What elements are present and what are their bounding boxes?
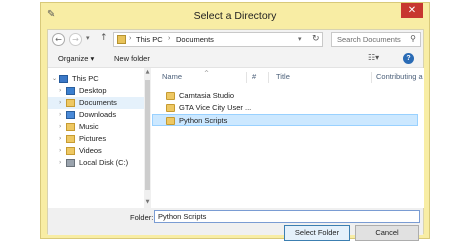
cancel-button[interactable]: Cancel — [355, 225, 419, 241]
breadcrumb-this-pc[interactable]: This PC — [136, 35, 163, 44]
nav-item-this-pc[interactable]: ⌄ This PC — [48, 73, 144, 85]
dialog-client: ← → ▾ ↑ › This PC › Documents ▾ ↻ Search… — [47, 29, 424, 241]
expand-arrow-icon[interactable]: › — [59, 145, 61, 157]
select-folder-button[interactable]: Select Folder — [284, 225, 350, 241]
list-item-label: GTA Vice City User ... — [179, 103, 252, 112]
address-bar[interactable]: › This PC › Documents ▾ ↻ — [113, 32, 323, 47]
title-bar[interactable]: ✎ Select a Directory ✕ — [41, 3, 429, 29]
list-item[interactable]: Camtasia Studio — [164, 90, 294, 102]
nav-item-desktop[interactable]: › Desktop — [48, 85, 144, 97]
navigation-pane: ⌄ This PC › Desktop › Documents › Downlo… — [48, 68, 151, 208]
nav-item-music[interactable]: › Music — [48, 121, 144, 133]
scrollbar-thumb[interactable] — [145, 80, 150, 190]
search-icon[interactable]: ⚲ — [410, 34, 416, 43]
organize-menu-button[interactable]: Organize ▾ — [58, 54, 94, 63]
command-bar: Organize ▾ New folder ☷▾ ? — [48, 50, 423, 68]
navigation-bar: ← → ▾ ↑ › This PC › Documents ▾ ↻ Search… — [48, 30, 423, 50]
expand-arrow-icon[interactable]: › — [59, 109, 61, 121]
column-header-label: Name — [162, 72, 183, 81]
forward-button[interactable]: → — [69, 33, 82, 46]
list-item-selected[interactable]: Python Scripts — [152, 114, 418, 126]
dialog-footer: Folder: Python Scripts Select Folder Can… — [48, 208, 423, 241]
nav-item-label: Desktop — [79, 86, 107, 95]
address-dropdown-icon[interactable]: ▾ — [298, 35, 302, 43]
downloads-icon — [66, 111, 75, 119]
breadcrumb-separator[interactable]: › — [168, 35, 170, 42]
folder-icon — [166, 92, 175, 100]
collapse-arrow-icon[interactable]: ⌄ — [52, 73, 57, 85]
nav-item-label: This PC — [72, 74, 99, 83]
music-icon — [66, 123, 75, 131]
expand-arrow-icon[interactable]: › — [59, 85, 61, 97]
view-options-icon[interactable]: ☷▾ — [368, 53, 379, 62]
nav-item-label: Videos — [79, 146, 102, 155]
navigation-scrollbar[interactable]: ▲ ▼ — [144, 68, 151, 208]
back-button[interactable]: ← — [52, 33, 65, 46]
up-button[interactable]: ↑ — [100, 33, 108, 43]
folder-icon — [166, 104, 175, 112]
nav-item-label: Music — [79, 122, 99, 131]
new-folder-button[interactable]: New folder — [114, 54, 150, 63]
close-button[interactable]: ✕ — [401, 3, 423, 18]
pictures-icon — [66, 135, 75, 143]
column-divider[interactable] — [268, 72, 269, 83]
folder-name-input[interactable]: Python Scripts — [154, 210, 420, 223]
column-header-contributing-artists[interactable]: Contributing a — [376, 70, 424, 84]
videos-icon — [66, 147, 75, 155]
breadcrumb-separator[interactable]: › — [129, 35, 131, 42]
nav-item-local-disk[interactable]: › Local Disk (C:) — [48, 157, 144, 169]
list-item-label: Python Scripts — [179, 116, 228, 125]
expand-arrow-icon[interactable]: › — [59, 97, 61, 109]
breadcrumb-documents[interactable]: Documents — [176, 35, 214, 44]
recent-locations-dropdown[interactable]: ▾ — [86, 34, 90, 42]
column-header-number[interactable]: # — [252, 70, 256, 84]
nav-item-downloads[interactable]: › Downloads — [48, 109, 144, 121]
search-box[interactable]: Search Documents ⚲ — [331, 32, 421, 47]
column-header-title[interactable]: Title — [276, 70, 290, 84]
disk-icon — [66, 159, 75, 167]
nav-item-pictures[interactable]: › Pictures — [48, 133, 144, 145]
folder-icon — [117, 35, 126, 44]
scroll-down-icon[interactable]: ▼ — [144, 199, 151, 205]
sort-ascending-icon: ^ — [204, 70, 210, 77]
nav-item-label: Local Disk (C:) — [79, 158, 129, 167]
documents-icon — [66, 99, 75, 107]
nav-item-documents[interactable]: › Documents — [48, 97, 144, 109]
nav-item-label: Pictures — [79, 134, 107, 143]
pc-icon — [59, 75, 68, 83]
expand-arrow-icon[interactable]: › — [59, 157, 61, 169]
column-divider[interactable] — [371, 72, 372, 83]
window-title: Select a Directory — [193, 10, 277, 22]
list-item-label: Camtasia Studio — [179, 91, 235, 100]
folder-icon — [166, 117, 175, 125]
scroll-up-icon[interactable]: ▲ — [144, 69, 151, 75]
folder-field-label: Folder: — [130, 213, 154, 222]
column-header-name[interactable]: Name ^ — [162, 70, 209, 84]
list-item[interactable]: GTA Vice City User ... — [164, 102, 294, 114]
expand-arrow-icon[interactable]: › — [59, 121, 61, 133]
search-input[interactable]: Search Documents — [337, 35, 401, 44]
desktop-icon — [66, 87, 75, 95]
refresh-icon[interactable]: ↻ — [312, 34, 320, 44]
column-divider[interactable] — [246, 72, 247, 83]
nav-item-videos[interactable]: › Videos — [48, 145, 144, 157]
help-icon[interactable]: ? — [403, 53, 414, 64]
select-directory-dialog: ✎ Select a Directory ✕ ← → ▾ ↑ › This PC… — [40, 2, 430, 241]
nav-item-label: Downloads — [79, 110, 117, 119]
expand-arrow-icon[interactable]: › — [59, 133, 61, 145]
file-list: Name ^ # Title Contributing a Camtasia S… — [152, 68, 424, 208]
nav-item-label: Documents — [79, 98, 117, 107]
